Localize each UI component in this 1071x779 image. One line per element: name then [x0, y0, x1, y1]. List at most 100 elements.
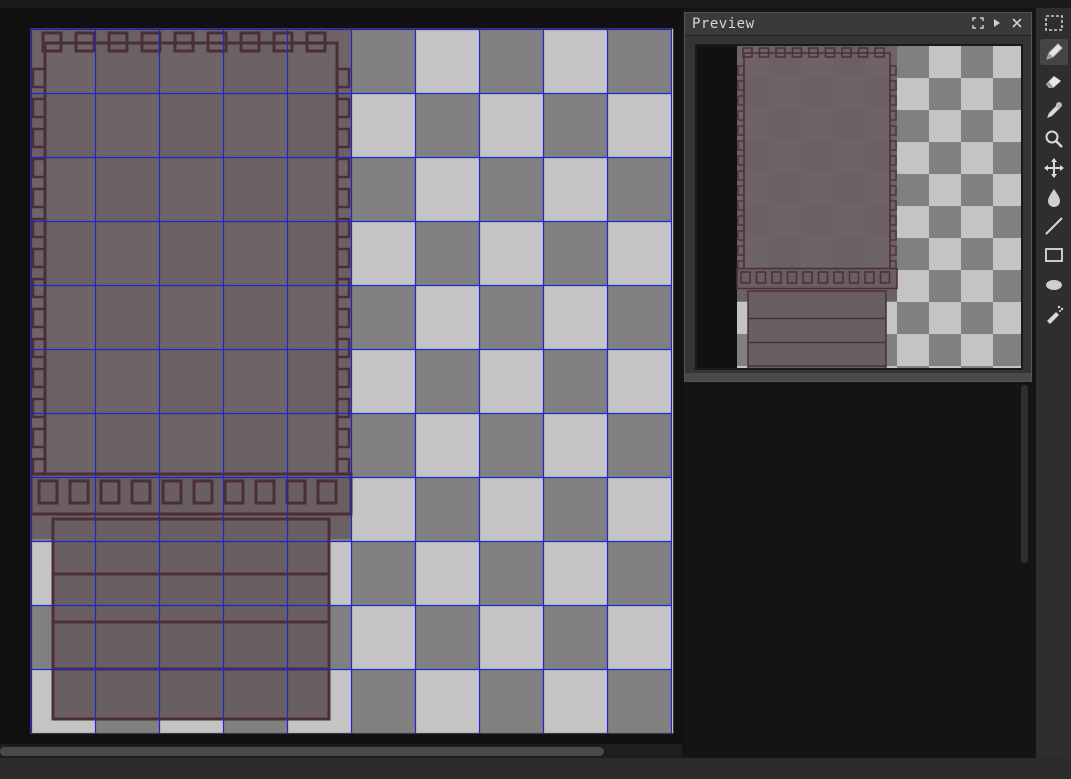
checker-cell [351, 93, 415, 157]
rectangle-icon[interactable] [1040, 242, 1068, 268]
blob-icon[interactable] [1040, 271, 1068, 297]
checker-cell [961, 110, 993, 142]
checker-cell [479, 157, 543, 221]
tool-palette [1036, 8, 1071, 758]
checker-cell [993, 78, 1021, 110]
checker-cell [929, 78, 961, 110]
checker-cell [607, 29, 671, 93]
checker-cell [479, 221, 543, 285]
preview-margin [697, 46, 737, 368]
checker-cell [543, 157, 607, 221]
checker-cell [897, 302, 929, 334]
sprite-canvas[interactable] [30, 28, 674, 734]
checker-cell [351, 221, 415, 285]
zoom-icon[interactable] [1040, 126, 1068, 152]
checker-cell [415, 285, 479, 349]
checker-cell [993, 46, 1021, 78]
eyedropper-icon[interactable] [1040, 97, 1068, 123]
top-bar [0, 0, 1071, 8]
preview-resize-bar[interactable] [685, 373, 1031, 381]
checker-cell [351, 477, 415, 541]
checker-cell [479, 605, 543, 669]
checker-cell [479, 477, 543, 541]
checker-cell [543, 29, 607, 93]
checker-cell [543, 477, 607, 541]
checker-cell [479, 541, 543, 605]
preview-title: Preview [692, 16, 755, 32]
checker-cell [993, 174, 1021, 206]
checker-cell [929, 142, 961, 174]
checker-cell [993, 366, 1021, 368]
preview-titlebar[interactable]: Preview [685, 13, 1031, 36]
checker-cell [415, 157, 479, 221]
close-icon[interactable] [1010, 17, 1024, 31]
checker-cell [897, 238, 929, 270]
checker-cell [993, 238, 1021, 270]
checker-cell [415, 221, 479, 285]
checker-cell [897, 174, 929, 206]
checker-cell [961, 270, 993, 302]
checker-cell [479, 669, 543, 733]
checker-cell [351, 541, 415, 605]
checker-cell [993, 302, 1021, 334]
checker-cell [929, 366, 961, 368]
panel-vertical-scrollbar[interactable] [1021, 385, 1028, 563]
spray-icon[interactable] [1040, 300, 1068, 326]
pencil-icon[interactable] [1040, 39, 1068, 65]
checker-cell [415, 349, 479, 413]
checker-cell [897, 334, 929, 366]
checker-cell [351, 349, 415, 413]
checker-cell [961, 334, 993, 366]
sprite-artwork [736, 46, 898, 368]
checker-cell [415, 93, 479, 157]
checker-cell [415, 413, 479, 477]
checker-cell [543, 541, 607, 605]
checker-cell [993, 270, 1021, 302]
preview-viewport[interactable] [695, 44, 1023, 370]
checker-cell [993, 142, 1021, 174]
preview-window: Preview [684, 12, 1032, 382]
sprite-tower-body [747, 290, 887, 368]
marquee-select-icon[interactable] [1040, 10, 1068, 36]
eraser-icon[interactable] [1040, 68, 1068, 94]
expand-icon[interactable] [971, 17, 985, 31]
checker-cell [961, 206, 993, 238]
checker-cell [607, 669, 671, 733]
sprite-artwork [31, 29, 353, 721]
checker-cell [961, 142, 993, 174]
checker-cell [607, 93, 671, 157]
checker-cell [479, 413, 543, 477]
checker-cell [415, 669, 479, 733]
checker-cell [993, 110, 1021, 142]
checker-cell [929, 334, 961, 366]
checker-cell [415, 605, 479, 669]
checker-cell [415, 29, 479, 93]
checker-cell [351, 285, 415, 349]
canvas-drawing[interactable] [31, 29, 673, 733]
move-icon[interactable] [1040, 155, 1068, 181]
play-icon[interactable] [990, 17, 1004, 31]
checker-cell [961, 78, 993, 110]
checker-cell [607, 413, 671, 477]
checker-cell [929, 206, 961, 238]
checker-cell [897, 366, 929, 368]
checker-cell [543, 221, 607, 285]
checker-cell [479, 93, 543, 157]
checker-cell [607, 157, 671, 221]
sprite-top-panel [737, 46, 897, 301]
checker-cell [479, 285, 543, 349]
status-strip [0, 758, 1071, 779]
horizontal-scrollbar-thumb[interactable] [0, 747, 604, 756]
checker-cell [897, 78, 929, 110]
checker-cell [351, 413, 415, 477]
checker-cell [351, 669, 415, 733]
checker-cell [897, 142, 929, 174]
checker-cell [961, 366, 993, 368]
checker-cell [607, 285, 671, 349]
line-icon[interactable] [1040, 213, 1068, 239]
paint-bucket-icon[interactable] [1040, 184, 1068, 210]
preview-drawing [697, 46, 1021, 368]
checker-cell [607, 541, 671, 605]
checker-cell [543, 349, 607, 413]
checker-cell [479, 349, 543, 413]
